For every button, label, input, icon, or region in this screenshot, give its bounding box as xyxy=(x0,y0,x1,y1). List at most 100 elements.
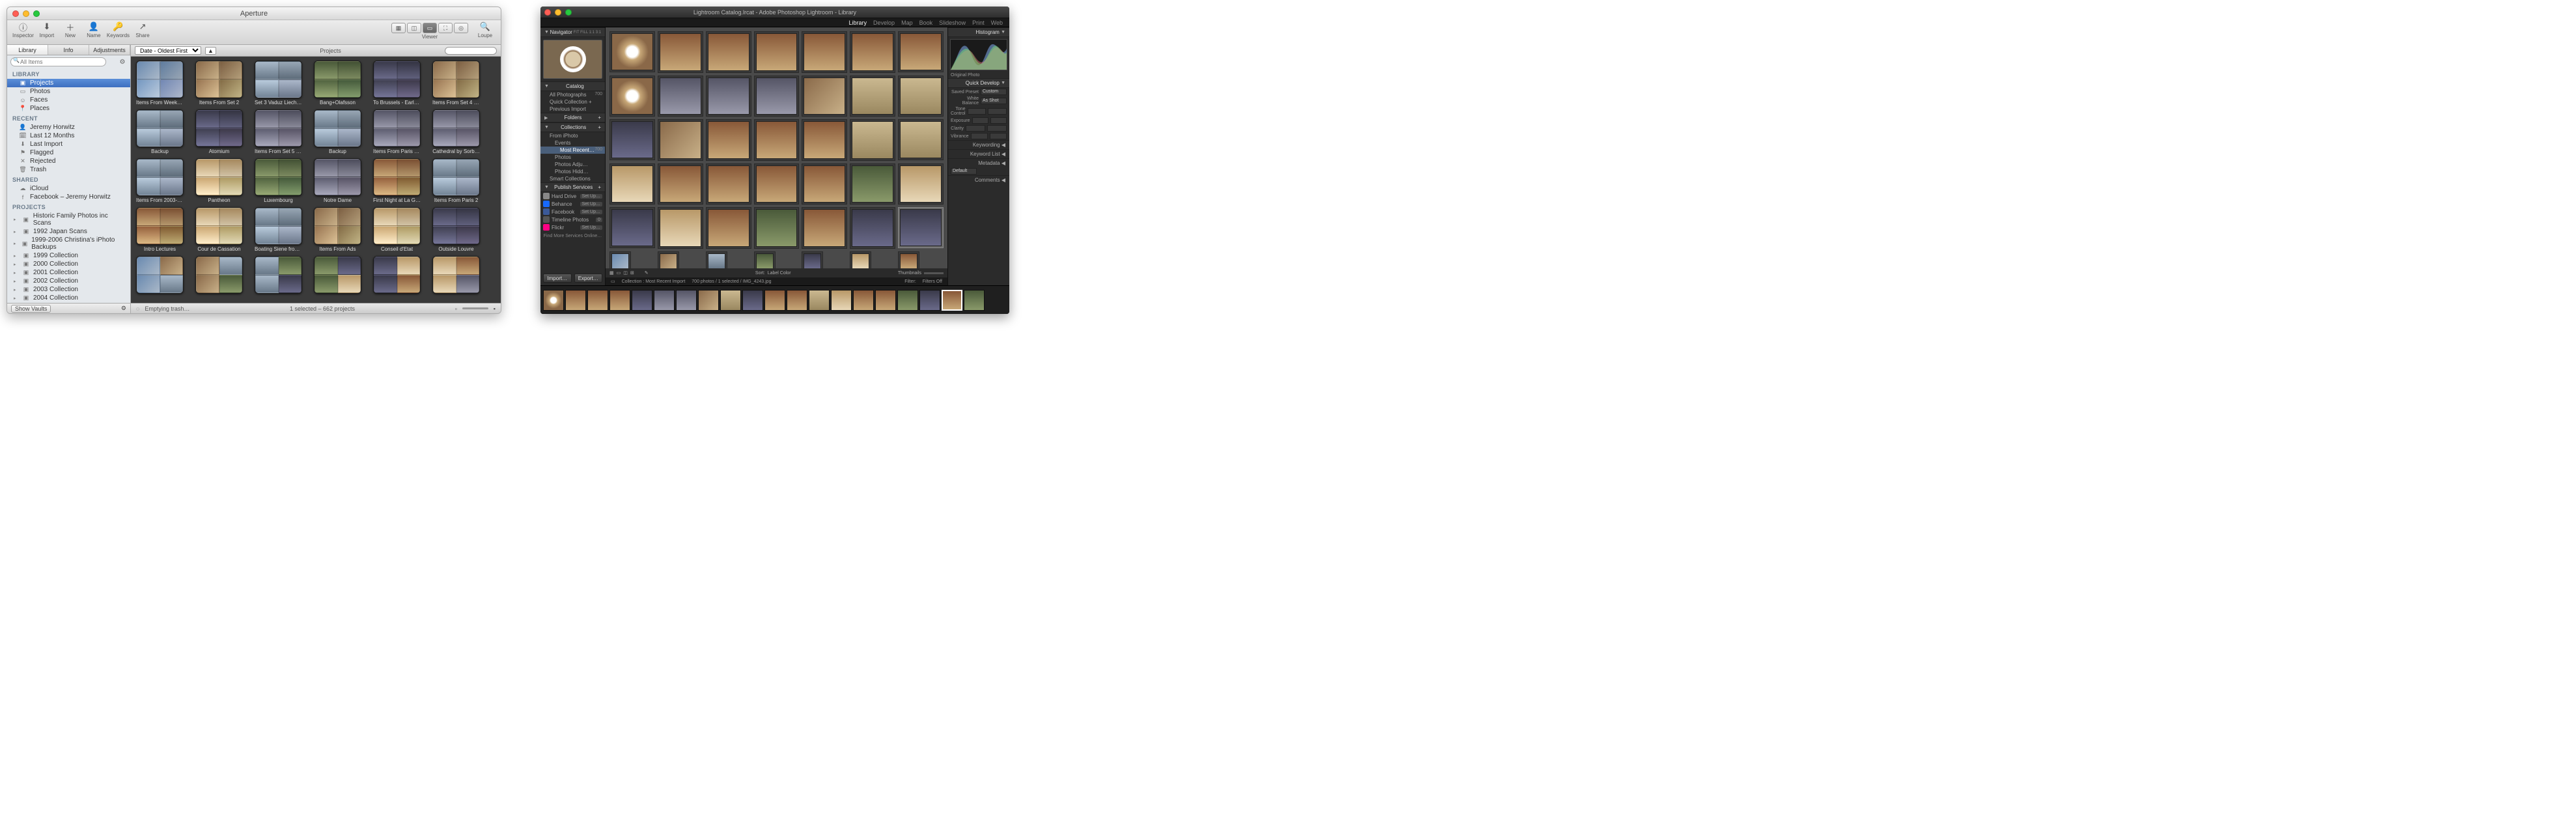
grid-cell[interactable] xyxy=(850,163,895,205)
disclosure-triangle-icon[interactable]: ▸ xyxy=(14,279,19,284)
grid-cell[interactable] xyxy=(898,31,944,72)
module-map[interactable]: Map xyxy=(901,20,913,26)
project-cell[interactable]: Luxembourg xyxy=(255,158,302,203)
sort-direction-button[interactable]: ▲ xyxy=(205,47,216,55)
loupe-button[interactable]: 🔍 Loupe xyxy=(475,21,496,38)
filmstrip-cell[interactable] xyxy=(676,290,697,311)
grid-cell[interactable] xyxy=(706,251,727,269)
qd-plus[interactable] xyxy=(990,117,1007,124)
project-cell[interactable]: Boating Siene from… xyxy=(255,207,302,252)
project-cell[interactable]: Items From Set 5 B… xyxy=(255,109,302,154)
histogram-header[interactable]: Histogram ▼ xyxy=(948,27,1009,37)
catalog-item[interactable]: All Photographs700 xyxy=(540,91,605,98)
publish-service[interactable]: Hard DriveSet Up… xyxy=(540,192,605,200)
sidebar-item[interactable]: 🗓Last 12 Months xyxy=(7,132,130,140)
sidebar-item[interactable]: ▸▣1999-2006 Christina's iPhoto Backups xyxy=(7,236,130,251)
sidebar-item[interactable]: 📍Places xyxy=(7,104,130,113)
gear-icon[interactable]: ⚙ xyxy=(121,305,126,312)
import-button[interactable]: ⬇Import xyxy=(36,21,57,38)
sidebar-item[interactable]: ⚑Flagged xyxy=(7,149,130,157)
sidebar-item[interactable]: ▸▣Historic Family Photos inc Scans xyxy=(7,212,130,227)
project-cell[interactable] xyxy=(432,256,480,294)
grid-view-icon[interactable]: ▦ xyxy=(609,270,614,276)
qd-minus[interactable] xyxy=(968,108,987,115)
filmstrip-cell[interactable] xyxy=(654,290,675,311)
setup-button[interactable]: 0 xyxy=(596,218,602,222)
sidebar-item[interactable]: ▸▣2003 Collection xyxy=(7,285,130,294)
grid-cell[interactable] xyxy=(754,31,800,73)
project-cell[interactable] xyxy=(373,256,421,294)
grid-cell[interactable] xyxy=(898,76,944,117)
import-button[interactable]: Import… xyxy=(543,274,572,283)
compare-view-icon[interactable]: ◫ xyxy=(623,270,628,276)
show-vaults-button[interactable]: Show Vaults xyxy=(11,305,51,313)
setup-button[interactable]: Set Up… xyxy=(580,210,602,214)
view-viewer-button[interactable]: ▭ xyxy=(423,23,437,33)
project-cell[interactable]: Items From Paris 2 xyxy=(432,158,480,203)
disclosure-triangle-icon[interactable]: ▸ xyxy=(14,229,19,234)
thumb-size-large-icon[interactable]: ▪ xyxy=(494,305,496,312)
setup-button[interactable]: Set Up… xyxy=(580,225,602,230)
project-cell[interactable]: Atomium xyxy=(195,109,243,154)
disclosure-triangle-icon[interactable]: ▸ xyxy=(14,287,19,292)
project-cell[interactable]: Intro Lectures xyxy=(136,207,184,252)
qd-plus[interactable] xyxy=(988,108,1007,115)
grid-cell[interactable] xyxy=(802,76,847,117)
catalog-item[interactable]: Previous Import xyxy=(540,106,605,113)
filmstrip-cell[interactable] xyxy=(742,290,763,311)
new-button[interactable]: ＋New xyxy=(60,21,81,38)
metadata-preset[interactable]: Default xyxy=(951,168,977,175)
loupe-view-icon[interactable]: ▭ xyxy=(617,270,621,276)
second-window-icon[interactable]: ▭ xyxy=(611,279,615,284)
name-button[interactable]: 👤Name xyxy=(83,21,104,38)
folders-header[interactable]: ▶Folders+ xyxy=(540,113,605,122)
thumb-size-slider[interactable] xyxy=(462,307,488,309)
module-web[interactable]: Web xyxy=(991,20,1003,26)
qd-select[interactable]: As Shot xyxy=(981,98,1007,104)
view-grid-button[interactable]: ▦ xyxy=(391,23,406,33)
panel-keyword-list[interactable]: Keyword List ◀ xyxy=(948,149,1009,158)
project-cell[interactable]: First Night at La G… xyxy=(373,158,421,203)
catalog-item[interactable]: Quick Collection + xyxy=(540,98,605,106)
filmstrip-cell[interactable] xyxy=(897,290,918,311)
grid-cell[interactable] xyxy=(754,119,800,161)
project-cell[interactable]: Items From 2003-4… xyxy=(136,158,184,203)
grid-cell[interactable] xyxy=(754,251,776,269)
project-cell[interactable]: Conseil d'Etat xyxy=(373,207,421,252)
view-fullscreen-button[interactable]: ⛶ xyxy=(438,23,453,33)
filters-off[interactable]: Filters Off xyxy=(923,279,942,284)
sidebar-item[interactable]: ▭Photos xyxy=(7,87,130,96)
sidebar-item[interactable]: ▸▣2002 Collection xyxy=(7,277,130,285)
project-cell[interactable]: Backup xyxy=(136,109,184,154)
module-library[interactable]: Library xyxy=(849,20,867,26)
view-split-button[interactable]: ◫ xyxy=(407,23,421,33)
grid-cell[interactable] xyxy=(754,207,800,249)
collection-item[interactable]: Photos Hidd… xyxy=(540,168,605,175)
project-cell[interactable]: Items From Ads xyxy=(314,207,361,252)
sidebar-item[interactable]: 👤Jeremy Horwitz xyxy=(7,123,130,132)
share-button[interactable]: ↗Share xyxy=(132,21,153,38)
grid-cell[interactable] xyxy=(898,207,944,248)
tab-info[interactable]: Info xyxy=(48,45,89,55)
panel-comments[interactable]: Comments ◀ xyxy=(948,175,1009,184)
filmstrip-cell[interactable] xyxy=(764,290,785,311)
module-print[interactable]: Print xyxy=(972,20,985,26)
panel-keywording[interactable]: Keywording ◀ xyxy=(948,140,1009,149)
survey-view-icon[interactable]: ⊞ xyxy=(630,270,634,276)
project-cell[interactable]: Items From Paris 1… xyxy=(373,109,421,154)
search-input[interactable] xyxy=(10,57,106,66)
grid-cell[interactable] xyxy=(609,251,631,269)
grid-cell[interactable] xyxy=(706,163,751,205)
publish-service[interactable]: FlickrSet Up… xyxy=(540,223,605,231)
project-cell[interactable]: Items From Set 4 B… xyxy=(432,61,480,106)
publish-header[interactable]: ▼Publish Services+ xyxy=(540,182,605,192)
qd-minus[interactable] xyxy=(971,133,988,139)
collection-item[interactable]: Events xyxy=(540,139,605,147)
collection-item[interactable]: Smart Collections xyxy=(540,175,605,182)
sort-dropdown[interactable]: Date - Oldest First xyxy=(135,46,201,55)
disclosure-triangle-icon[interactable]: ▸ xyxy=(14,270,19,276)
thumb-slider[interactable] xyxy=(924,272,944,274)
grid-cell[interactable] xyxy=(658,76,703,117)
navigator-preview[interactable] xyxy=(543,40,602,79)
grid-cell[interactable] xyxy=(658,119,703,161)
